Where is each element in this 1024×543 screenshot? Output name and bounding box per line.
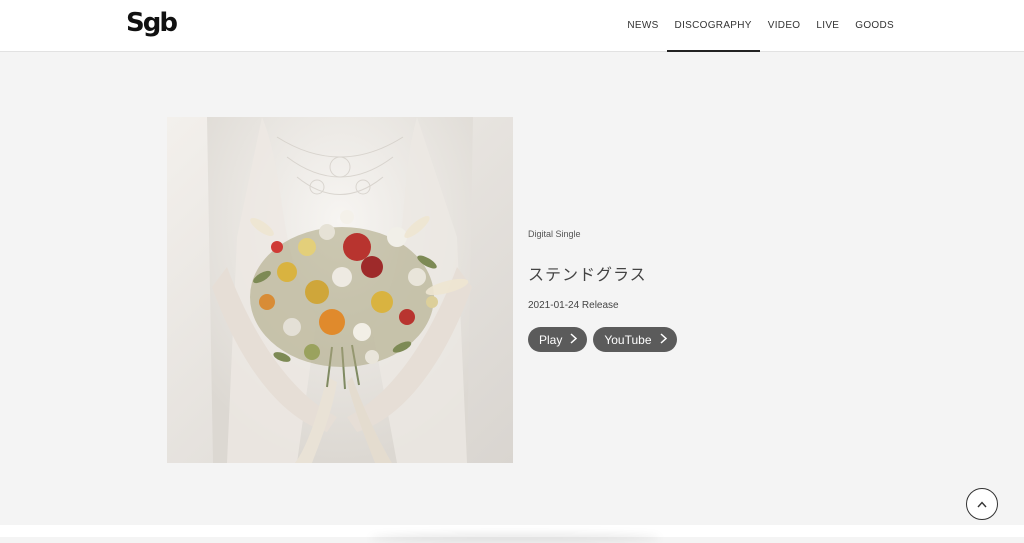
nav-item-live[interactable]: LIVE: [808, 0, 847, 51]
youtube-button[interactable]: YouTube: [593, 327, 677, 352]
release-title: ステンドグラス: [528, 265, 647, 284]
play-button-label: Play: [539, 332, 563, 347]
nav-item-news[interactable]: NEWS: [619, 0, 666, 51]
album-cover-image: [167, 117, 513, 463]
nav-item-label: NEWS: [627, 20, 659, 31]
youtube-button-label: YouTube: [604, 332, 652, 347]
nav-item-goods[interactable]: GOODS: [847, 0, 902, 51]
bouquet-illustration: [167, 117, 513, 463]
nav-item-video[interactable]: VIDEO: [760, 0, 809, 51]
site-logo[interactable]: Sgb: [126, 7, 178, 39]
nav-item-label: GOODS: [855, 20, 894, 31]
site-header: Sgb NEWS DISCOGRAPHY VIDEO LIVE GOODS: [0, 0, 1024, 52]
release-type-label: Digital Single: [528, 229, 581, 239]
play-button[interactable]: Play: [528, 327, 588, 352]
chevron-right-icon: [570, 332, 578, 347]
scroll-to-top-button[interactable]: [966, 488, 998, 520]
nav-item-label: DISCOGRAPHY: [674, 20, 752, 31]
footer-shadow: [370, 533, 660, 543]
nav-item-discography[interactable]: DISCOGRAPHY: [666, 0, 760, 52]
release-link-buttons: Play YouTube: [528, 327, 677, 352]
nav-item-label: VIDEO: [767, 20, 801, 31]
nav-item-label: LIVE: [816, 20, 840, 31]
chevron-up-icon: [977, 495, 987, 513]
main-nav: NEWS DISCOGRAPHY VIDEO LIVE GOODS: [619, 0, 902, 52]
release-date: 2021-01-24 Release: [528, 300, 619, 311]
chevron-right-icon: [659, 332, 667, 347]
footer-edge: [0, 525, 1024, 543]
